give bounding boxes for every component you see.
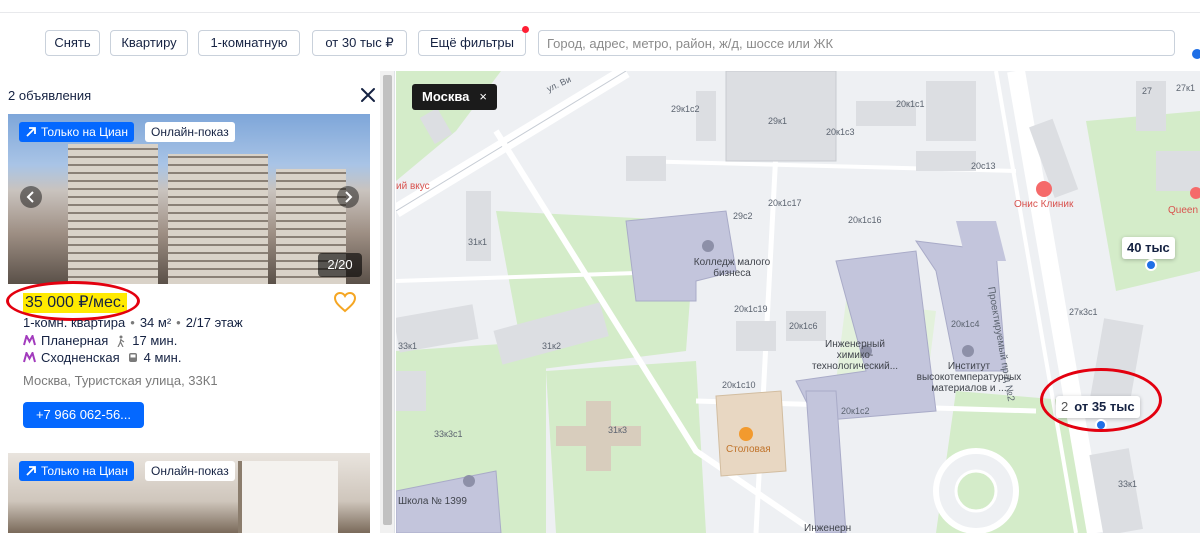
metro-time: 4 мин. (143, 350, 182, 365)
building-number: 29к1с2 (671, 104, 700, 114)
poi-school[interactable]: Школа № 1399 (398, 496, 467, 507)
favorite-heart-icon[interactable] (333, 291, 357, 313)
building-number: 20к1с3 (826, 127, 855, 137)
param-separator: • (176, 315, 181, 330)
metro-icon (23, 335, 36, 346)
building-number: 20к1с2 (841, 406, 870, 416)
metro-station[interactable]: Сходненская 4 мин. (23, 350, 181, 365)
listing-photo[interactable]: Только на Циан Онлайн-показ (8, 453, 370, 533)
map-canvas (396, 71, 1200, 533)
arrow-up-right-icon (26, 466, 36, 476)
chevron-right-icon (345, 191, 353, 203)
building-number: 27к1 (1176, 83, 1195, 93)
listing-photo[interactable]: Только на Циан Онлайн-показ 2/20 (8, 114, 370, 284)
cian-badge-label: Только на Циан (41, 464, 128, 478)
building-number: 20к1с16 (848, 215, 882, 225)
listing-params: 1-комн. квартира • 34 м² • 2/17 этаж (23, 315, 243, 330)
active-filters-dot (522, 26, 529, 33)
map-area[interactable]: Москва × ул. Ви Проектируемый пр-д №2 27к… (396, 71, 1200, 533)
metro-name: Планерная (41, 333, 109, 348)
param-rooms: 1-комн. квартира (23, 315, 126, 330)
online-show-badge: Онлайн-показ (145, 461, 235, 481)
building-number: 27 (1142, 86, 1153, 96)
map-price-pin-cluster[interactable]: 2 от 35 тыс (1056, 396, 1140, 418)
chevron-left-icon (26, 191, 34, 203)
photo-building (68, 144, 158, 284)
more-filters-button[interactable]: Ещё фильтры (418, 26, 529, 56)
photo-building (168, 154, 268, 284)
walk-icon (117, 335, 125, 347)
poi-college[interactable]: Колледж малого бизнеса (692, 257, 772, 279)
filter-bar: Снять Квартиру 1-комнатную от 30 тыс ₽ Е… (0, 13, 1200, 71)
poi-chem-institute[interactable]: Инженерный химико-технологический... (810, 339, 900, 372)
results-count: 2 объявления (8, 88, 92, 103)
building-number: 20с13 (971, 161, 996, 171)
city-chip-label: Москва (422, 89, 470, 104)
metro-station[interactable]: Планерная 17 мин. (23, 333, 177, 348)
more-filters-label: Ещё фильтры (429, 35, 515, 50)
building-number: 27к3с1 (1069, 307, 1098, 317)
poi-temp-institute[interactable]: Институт высокотемпературных материалов … (899, 361, 1039, 394)
map-price-pin[interactable]: 40 тыс (1122, 237, 1175, 259)
property-type-button[interactable]: Квартиру (110, 30, 188, 56)
close-icon[interactable] (359, 86, 377, 104)
pin-cluster-count: 2 (1061, 399, 1069, 414)
poi-engineering[interactable]: Инженерн (804, 523, 851, 533)
building-number: 31к1 (468, 237, 487, 247)
cut-off-icon[interactable] (1192, 49, 1200, 59)
param-area: 34 м² (139, 315, 172, 330)
building-number: 31к3 (608, 425, 627, 435)
cian-exclusive-badge: Только на Циан (19, 461, 134, 481)
search-input[interactable] (538, 30, 1175, 56)
param-separator: • (130, 315, 135, 330)
building-number: 20к1с19 (734, 304, 768, 314)
listing-price[interactable]: 35 000 ₽/мес. (23, 293, 128, 313)
building-number: 20к1с6 (789, 321, 818, 331)
scrollbar-thumb[interactable] (383, 75, 392, 525)
deal-type-button[interactable]: Снять (45, 30, 100, 56)
bus-icon (128, 352, 137, 362)
cian-badge-label: Только на Циан (41, 125, 128, 139)
building-number: 33к1 (1118, 479, 1137, 489)
building-number: 33к1 (398, 341, 417, 351)
building-number: 20к1с10 (722, 380, 756, 390)
rooms-button[interactable]: 1-комнатную (198, 30, 300, 56)
building-number: 20к1с17 (768, 198, 802, 208)
metro-icon (23, 352, 36, 363)
building-number: 33к3с1 (434, 429, 463, 439)
app-root: Снять Квартиру 1-комнатную от 30 тыс ₽ Е… (0, 0, 1200, 533)
building-number: 31к2 (542, 341, 561, 351)
poi-queen[interactable]: Queen (1168, 205, 1198, 216)
city-chip-close-icon[interactable]: × (479, 89, 487, 104)
online-show-badge: Онлайн-показ (145, 122, 235, 142)
metro-time: 17 мин. (132, 333, 178, 348)
photo-window (238, 461, 338, 533)
building-number: 20к1с1 (896, 99, 925, 109)
poi-canteen[interactable]: Столовая (726, 444, 771, 455)
param-floor: 2/17 этаж (185, 315, 243, 330)
cian-exclusive-badge: Только на Циан (19, 122, 134, 142)
show-phone-button[interactable]: +7 966 062-56... (23, 402, 144, 428)
city-filter-chip[interactable]: Москва × (412, 84, 497, 110)
arrow-up-right-icon (26, 127, 36, 137)
map-pin-dot[interactable] (1145, 259, 1157, 271)
building-number: 29к1 (768, 116, 787, 126)
metro-name: Сходненская (41, 350, 120, 365)
price-button[interactable]: от 30 тыс ₽ (312, 30, 407, 56)
listing-address[interactable]: Москва, Туристская улица, 33К1 (23, 373, 218, 388)
poi-cafe[interactable]: ий вкус (396, 181, 430, 192)
listings-panel: 2 объявления Только на Циан Онлайн-показ… (0, 71, 395, 533)
pin-cluster-label: от 35 тыс (1074, 399, 1135, 414)
photo-next-button[interactable] (337, 186, 359, 208)
photo-prev-button[interactable] (20, 186, 42, 208)
photo-counter: 2/20 (318, 253, 362, 277)
building-number: 20к1с4 (951, 319, 980, 329)
building-number: 29с2 (733, 211, 753, 221)
map-pin-dot[interactable] (1095, 419, 1107, 431)
poi-clinic[interactable]: Онис Клиник (1014, 199, 1073, 210)
